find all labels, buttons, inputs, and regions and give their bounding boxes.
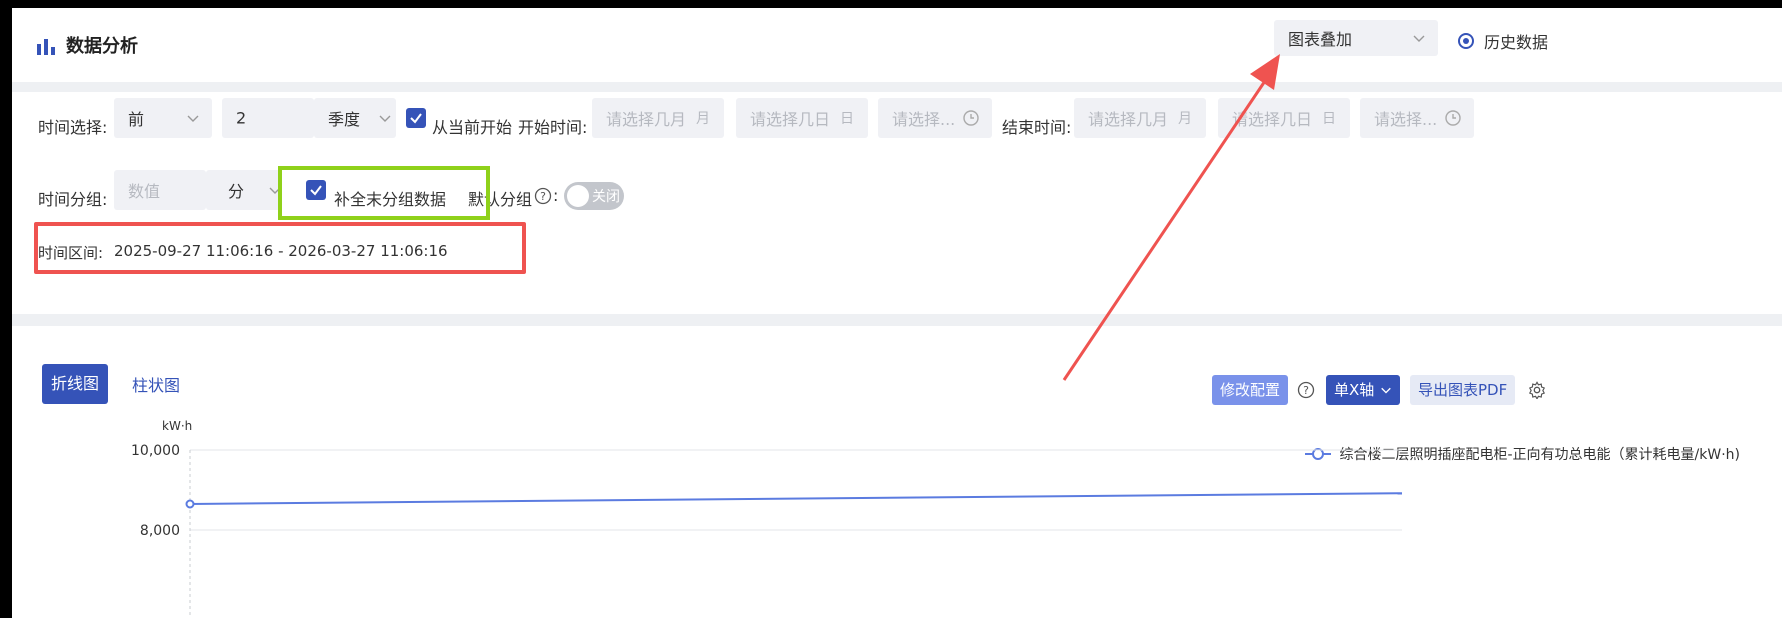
- end-month-placeholder: 请选择几月: [1088, 110, 1169, 129]
- radio-dot: [1458, 33, 1474, 49]
- overlay-select[interactable]: 图表叠加: [1274, 20, 1438, 56]
- annotation-box-green: [278, 166, 490, 220]
- count-input[interactable]: 2: [222, 98, 314, 138]
- end-month-input[interactable]: 请选择几月 月: [1074, 98, 1206, 138]
- clock-icon: [1445, 110, 1461, 126]
- from-now-checkbox[interactable]: [406, 108, 426, 128]
- period-unit-select[interactable]: 季度: [314, 98, 396, 138]
- group-unit-value: 分: [228, 182, 245, 201]
- page-title: 数据分析: [66, 36, 138, 57]
- end-day-placeholder: 请选择几日: [1232, 110, 1313, 129]
- page: 数据分析 图表叠加 历史数据 时间选择: 前 2 季度 从当前开始 开始时间:: [12, 8, 1782, 618]
- start-day-placeholder: 请选择几日: [750, 110, 831, 129]
- from-now-label: 从当前开始: [432, 118, 513, 137]
- svg-text:?: ?: [540, 190, 546, 203]
- end-day-unit: 日: [1322, 111, 1336, 127]
- end-day-input[interactable]: 请选择几日 日: [1218, 98, 1350, 138]
- end-month-unit: 月: [1178, 111, 1192, 127]
- line-chart: kW·h 10,000 8,000: [131, 419, 1403, 618]
- history-radio[interactable]: 历史数据: [1458, 29, 1548, 53]
- end-clock-placeholder: 请选择...: [1374, 110, 1438, 129]
- filter-panel: 时间选择: 前 2 季度 从当前开始 开始时间: 请选择几月 月 请选择几日 日…: [12, 92, 1782, 314]
- history-radio-label: 历史数据: [1484, 33, 1549, 52]
- overlay-select-value: 图表叠加: [1288, 30, 1353, 49]
- direction-select[interactable]: 前: [114, 98, 212, 138]
- group-value-input[interactable]: 数值: [114, 170, 206, 210]
- group-label: 时间分组:: [38, 190, 108, 209]
- chevron-down-icon: [379, 115, 391, 122]
- start-month-input[interactable]: 请选择几月 月: [592, 98, 724, 138]
- end-time-label: 结束时间:: [1002, 118, 1072, 137]
- clock-icon: [963, 110, 979, 126]
- series-point: [185, 499, 195, 509]
- series-line: [189, 492, 1403, 505]
- help-icon[interactable]: ?: [534, 187, 552, 205]
- period-unit-value: 季度: [328, 110, 361, 129]
- start-time-label: 开始时间:: [518, 118, 588, 137]
- default-group-switch[interactable]: 关闭: [564, 182, 624, 210]
- y-tick-label: 8,000: [140, 523, 180, 539]
- start-day-input[interactable]: 请选择几日 日: [736, 98, 868, 138]
- chart-panel: 折线图 柱状图 修改配置 ? 单X轴 导出图表PDF 综合楼二层照明插座配电柜-…: [12, 326, 1782, 618]
- y-tick-label: 10,000: [131, 443, 180, 459]
- annotation-box-red: [34, 222, 526, 274]
- default-group-colon: :: [553, 186, 559, 205]
- start-clock-input[interactable]: 请选择...: [878, 98, 992, 138]
- direction-value: 前: [128, 110, 145, 129]
- y-axis-unit-label: kW·h: [162, 419, 192, 433]
- check-icon: [410, 113, 422, 124]
- header: 数据分析 图表叠加 历史数据: [12, 8, 1782, 82]
- group-unit-select[interactable]: 分: [206, 170, 282, 210]
- time-select-label: 时间选择:: [38, 118, 108, 137]
- start-month-unit: 月: [696, 111, 710, 127]
- end-clock-input[interactable]: 请选择...: [1360, 98, 1474, 138]
- chevron-down-icon: [187, 115, 199, 122]
- switch-text: 关闭: [592, 189, 620, 205]
- switch-knob: [567, 185, 589, 207]
- start-month-placeholder: 请选择几月: [606, 110, 687, 129]
- chevron-down-icon: [1413, 35, 1425, 42]
- start-day-unit: 日: [840, 111, 854, 127]
- count-value: 2: [236, 108, 247, 128]
- start-clock-placeholder: 请选择...: [892, 110, 956, 129]
- group-value-placeholder: 数值: [128, 182, 161, 201]
- bar-chart-icon: [37, 39, 55, 55]
